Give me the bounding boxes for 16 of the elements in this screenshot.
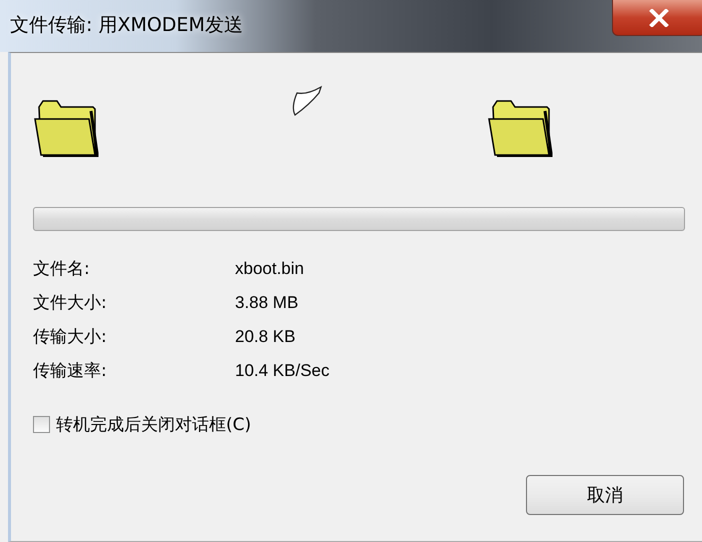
folder-icon <box>487 99 555 157</box>
field-value: 10.4 KB/Sec <box>235 360 331 382</box>
field-value: 20.8 KB <box>235 326 296 348</box>
checkbox[interactable] <box>33 416 50 433</box>
field-label: 传输速率: <box>33 360 108 383</box>
close-icon <box>648 8 670 26</box>
field-label: 文件名: <box>33 258 91 281</box>
field-value: xboot.bin <box>235 258 305 280</box>
checkbox-label[interactable]: 转机完成后关闭对话框(C) <box>56 413 252 436</box>
window-title: 文件传输: 用XMODEM发送 <box>9 13 243 38</box>
field-value: 3.88 MB <box>235 292 300 314</box>
field-label: 传输大小: <box>33 326 108 349</box>
cancel-button[interactable]: 取消 <box>526 475 684 515</box>
folder-icon <box>33 99 101 157</box>
close-button[interactable] <box>612 0 702 36</box>
field-label: 文件大小: <box>33 292 108 315</box>
